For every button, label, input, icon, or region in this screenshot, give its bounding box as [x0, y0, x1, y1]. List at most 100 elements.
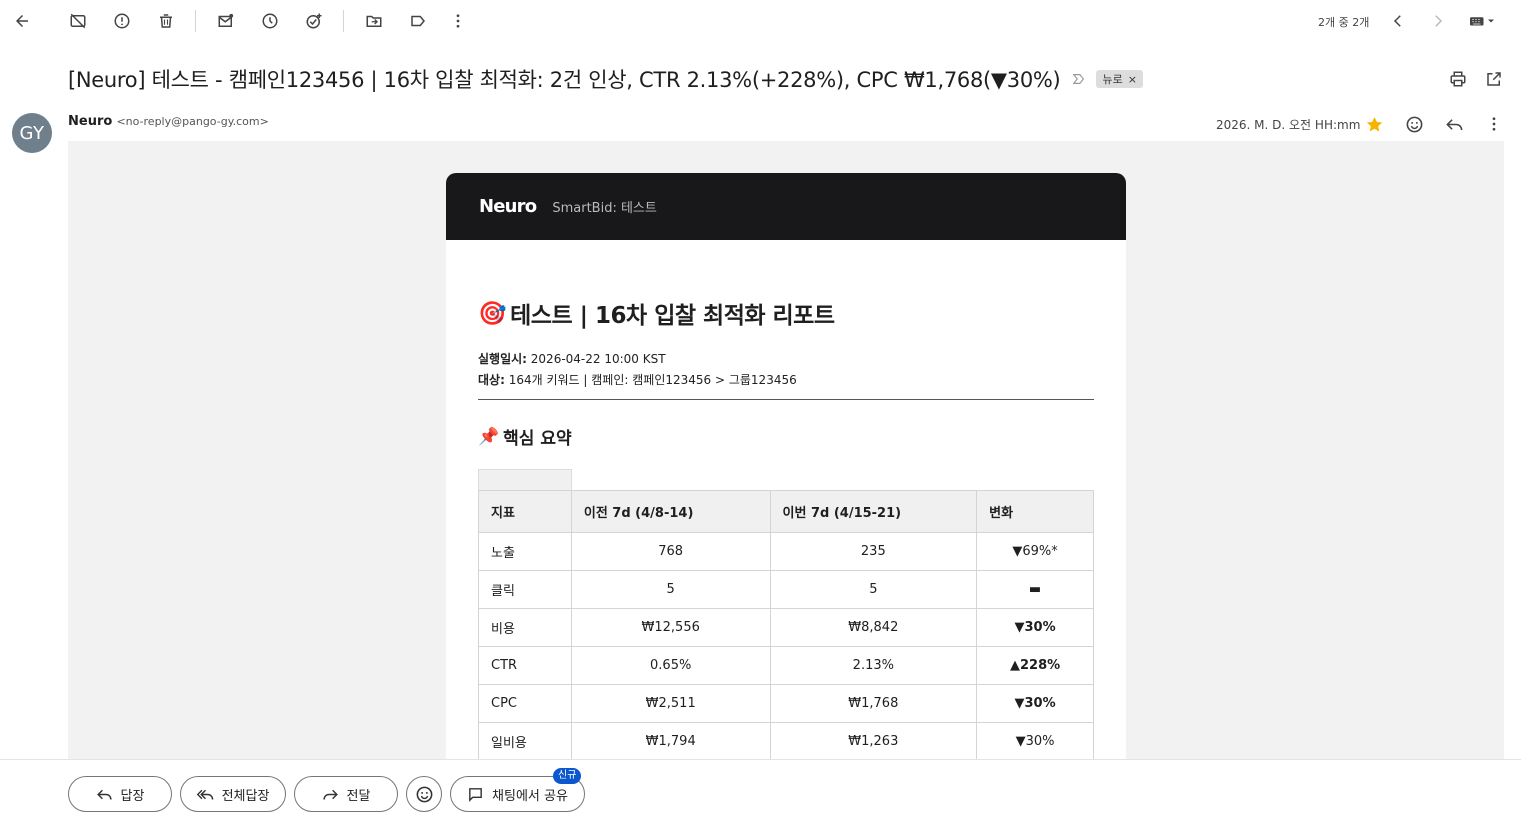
report-card-header: Neuro SmartBid: 테스트 — [446, 173, 1126, 240]
metric-cell: CTR — [478, 646, 572, 685]
change-cell: ▲228% — [976, 646, 1094, 685]
run-time-label: 실행일시: — [478, 352, 527, 366]
table-tab-decoration — [478, 469, 572, 490]
current-cell: ₩8,842 — [769, 608, 978, 647]
current-cell: ₩1,768 — [769, 684, 978, 723]
report-title: 🎯 테스트 | 16차 입찰 최적화 리포트 — [478, 296, 1094, 330]
report-title-text: 테스트 | 16차 입찰 최적화 리포트 — [510, 303, 835, 329]
target-emoji-icon: 🎯 — [478, 300, 507, 327]
change-cell: ▬ — [976, 570, 1094, 609]
print-icon[interactable] — [1447, 68, 1469, 90]
previous-cell: ₩1,794 — [570, 722, 771, 759]
header-change: 변화 — [976, 490, 1094, 533]
previous-cell: 0.65% — [570, 646, 771, 685]
forward-button[interactable]: 전달 — [294, 776, 398, 812]
label-chip-text: 뉴로 — [1102, 73, 1123, 86]
reply-button[interactable]: 답장 — [68, 776, 172, 812]
reply-all-button-label: 전체답장 — [221, 788, 270, 804]
emoji-reaction-button[interactable] — [406, 776, 442, 812]
pager-count: 2개 중 2개 — [1318, 16, 1370, 29]
sender-name[interactable]: Neuro — [68, 114, 112, 129]
reply-all-button[interactable]: 전체답장 — [180, 776, 286, 812]
report-meta: 실행일시: 2026-04-22 10:00 KST 대상: 164개 키워드 … — [478, 349, 1094, 391]
target-value: 164개 키워드 | 캠페인: 캠페인123456 > 그룹123456 — [504, 373, 797, 387]
table-row: 노출 768 235 ▼69%* — [478, 532, 1094, 571]
previous-cell: 768 — [570, 532, 771, 571]
header-metric: 지표 — [478, 490, 572, 533]
email-toolbar: 2개 중 2개 — [0, 0, 1521, 42]
sender-info: Neuro <no-reply@pango-gy.com> — [68, 114, 269, 129]
forward-button-label: 전달 — [346, 788, 371, 804]
brand-subtitle: SmartBid: 테스트 — [552, 201, 657, 216]
summary-section-title-text: 핵심 요약 — [503, 429, 572, 449]
header-current: 이번 7d (4/15-21) — [769, 490, 978, 533]
summary-section-title: 📌 핵심 요약 — [478, 424, 1094, 450]
brand-logo-text: Neuro — [479, 196, 537, 217]
more-vert-icon[interactable] — [445, 8, 471, 34]
metric-cell: 일비용 — [478, 722, 572, 759]
metric-cell: 클릭 — [478, 570, 572, 609]
older-chevron-right-icon[interactable] — [1425, 8, 1451, 34]
subject-row: [Neuro] 테스트 - 캠페인123456 | 16차 입찰 최적화: 2건… — [68, 62, 1143, 96]
summary-table: 지표 이전 7d (4/8-14) 이번 7d (4/15-21) 변화 노출 … — [478, 490, 1094, 759]
table-row: 클릭 5 5 ▬ — [478, 570, 1094, 609]
change-cell: ▼30% — [976, 684, 1094, 723]
archive-icon[interactable] — [65, 8, 91, 34]
current-cell: 2.13% — [769, 646, 978, 685]
label-chip[interactable]: 뉴로 × — [1096, 70, 1143, 88]
remove-label-icon[interactable]: × — [1128, 73, 1137, 86]
sender-address: <no-reply@pango-gy.com> — [116, 115, 269, 128]
table-row: CPC ₩2,511 ₩1,768 ▼30% — [478, 684, 1094, 723]
header-previous: 이전 7d (4/8-14) — [570, 490, 771, 533]
forward-icon — [322, 789, 338, 800]
email-body: Neuro SmartBid: 테스트 🎯 테스트 | 16차 입찰 최적화 리… — [68, 141, 1504, 759]
star-icon[interactable] — [1362, 112, 1386, 136]
table-header-row: 지표 이전 7d (4/8-14) 이번 7d (4/15-21) 변화 — [478, 490, 1094, 533]
new-badge: 신규 — [553, 768, 582, 784]
table-row: 비용 ₩12,556 ₩8,842 ▼30% — [478, 608, 1094, 647]
current-cell: 235 — [769, 532, 978, 571]
reply-button-label: 답장 — [120, 788, 145, 804]
table-row: 일비용 ₩1,794 ₩1,263 ▼30% — [478, 722, 1094, 759]
reply-action-bar: 답장 전체답장 전달 채팅에서 공유 신규 — [0, 760, 1521, 822]
current-cell: ₩1,263 — [769, 722, 978, 759]
run-time-value: 2026-04-22 10:00 KST — [526, 352, 666, 366]
emoji-icon — [416, 786, 432, 802]
chat-bubble-icon — [469, 787, 482, 802]
open-new-window-icon[interactable] — [1483, 68, 1505, 90]
email-date: 2026. M. D. 오전 HH:mm — [1216, 118, 1361, 132]
table-row: CTR 0.65% 2.13% ▲228% — [478, 646, 1094, 685]
label-icon[interactable] — [405, 8, 431, 34]
report-spam-icon[interactable] — [109, 8, 135, 34]
reply-arrow-icon[interactable] — [1442, 112, 1466, 136]
delete-icon[interactable] — [153, 8, 179, 34]
reply-all-icon — [196, 789, 213, 800]
share-in-chat-label: 채팅에서 공유 — [492, 788, 568, 804]
change-cell: ▼69%* — [976, 532, 1094, 571]
mark-unread-icon[interactable] — [213, 8, 239, 34]
previous-cell: 5 — [570, 570, 771, 609]
metric-cell: CPC — [478, 684, 572, 723]
reply-icon — [96, 789, 112, 800]
add-reaction-emoji-icon[interactable] — [1402, 112, 1426, 136]
divider — [478, 399, 1094, 400]
pushpin-emoji-icon: 📌 — [478, 426, 500, 447]
metric-cell: 비용 — [478, 608, 572, 647]
avatar[interactable]: GY — [12, 113, 52, 153]
email-subject: [Neuro] 테스트 - 캠페인123456 | 16차 입찰 최적화: 2건… — [68, 68, 1061, 92]
input-tools-keyboard-icon[interactable] — [1464, 8, 1500, 34]
newer-chevron-left-icon[interactable] — [1385, 8, 1411, 34]
current-cell: 5 — [769, 570, 978, 609]
report-card: Neuro SmartBid: 테스트 🎯 테스트 | 16차 입찰 최적화 리… — [446, 173, 1126, 759]
importance-marker-icon[interactable] — [1072, 71, 1088, 87]
message-more-vert-icon[interactable] — [1482, 112, 1506, 136]
target-label: 대상: — [478, 373, 505, 387]
metric-cell: 노출 — [478, 532, 572, 571]
add-task-icon[interactable] — [301, 8, 327, 34]
change-cell: ▼30% — [976, 608, 1094, 647]
back-arrow-icon[interactable] — [9, 8, 35, 34]
move-to-icon[interactable] — [361, 8, 387, 34]
change-cell: ▼30% — [976, 722, 1094, 759]
snooze-icon[interactable] — [257, 8, 283, 34]
previous-cell: ₩12,556 — [570, 608, 771, 647]
